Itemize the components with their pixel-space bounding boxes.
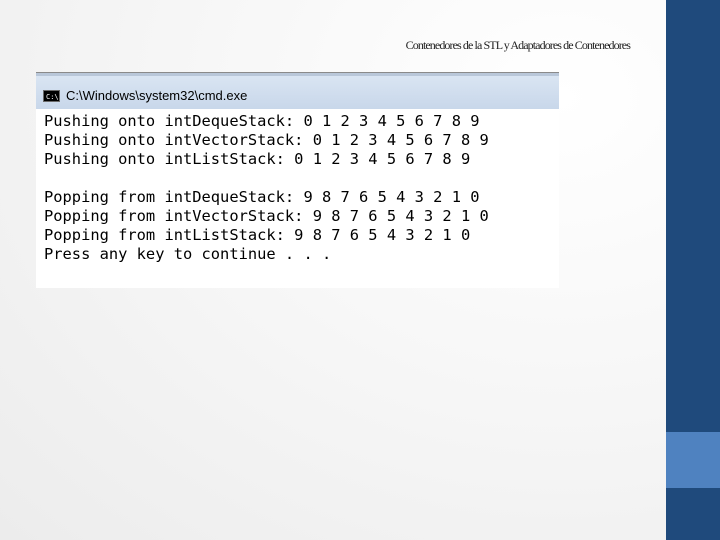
sidebar-accent-block — [666, 432, 720, 488]
console-output[interactable]: Pushing onto intDequeStack: 0 1 2 3 4 5 … — [36, 110, 559, 288]
console-line: Popping from intListStack: 9 8 7 6 5 4 3… — [44, 226, 471, 244]
svg-text:C:\: C:\ — [46, 93, 58, 100]
window-title: C:\Windows\system32\cmd.exe — [66, 88, 248, 103]
titlebar-strip — [36, 73, 559, 76]
cmd-icon[interactable]: C:\ — [43, 90, 60, 102]
window-titlebar[interactable]: C:\ C:\Windows\system32\cmd.exe — [36, 73, 559, 109]
console-line: Popping from intDequeStack: 9 8 7 6 5 4 … — [44, 188, 480, 206]
slide-title: Contenedores de la STL y Adaptadores de … — [405, 38, 631, 52]
sidebar-decoration — [666, 0, 720, 540]
cmd-window[interactable]: C:\ C:\Windows\system32\cmd.exe Pushing … — [36, 72, 559, 288]
console-line: Popping from intVectorStack: 9 8 7 6 5 4… — [44, 207, 489, 225]
console-line: Pushing onto intListStack: 0 1 2 3 4 5 6… — [44, 150, 471, 168]
console-line: Pushing onto intDequeStack: 0 1 2 3 4 5 … — [44, 112, 480, 130]
console-prompt-line: Press any key to continue . . . — [44, 245, 332, 263]
console-line: Pushing onto intVectorStack: 0 1 2 3 4 5… — [44, 131, 489, 149]
